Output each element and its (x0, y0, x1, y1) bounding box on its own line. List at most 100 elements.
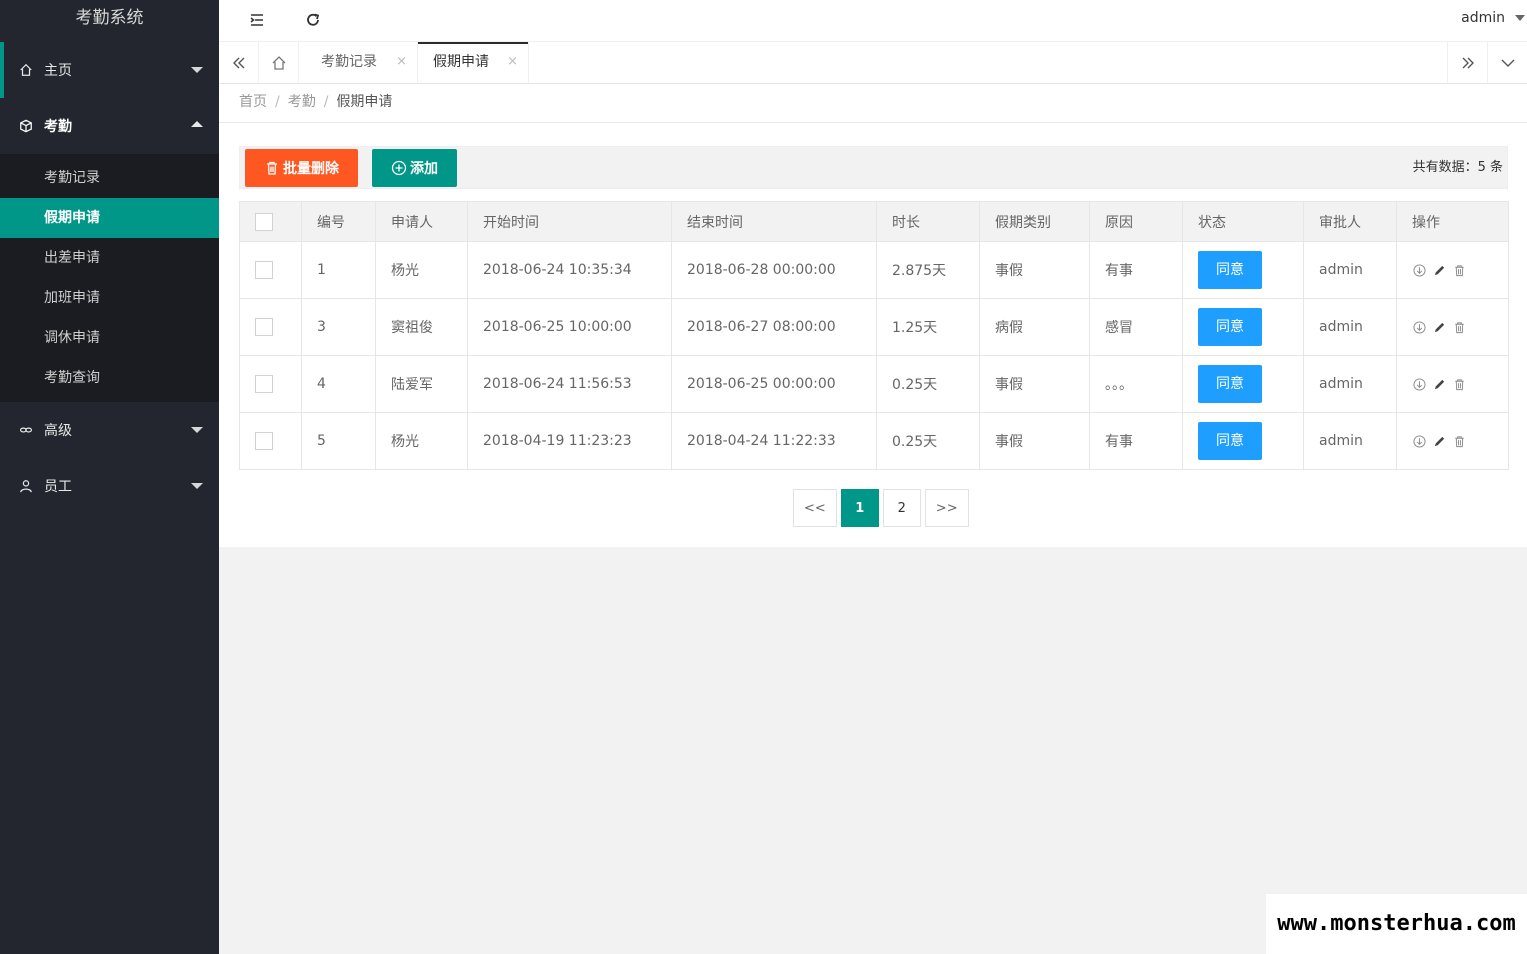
cell-reason: 有事 (1089, 241, 1183, 299)
tabs-scroll-left-icon[interactable] (219, 42, 259, 83)
cell-duration: 0.25天 (876, 355, 980, 413)
user-icon (18, 478, 34, 494)
row-checkbox[interactable] (255, 432, 273, 450)
close-icon[interactable]: × (396, 42, 407, 82)
page-1-button[interactable]: 1 (840, 489, 879, 527)
tabs-scroll-right-icon[interactable] (1447, 42, 1487, 83)
tab-label: 假期申请 (433, 54, 489, 70)
download-icon[interactable] (1412, 320, 1426, 334)
tab-leave-request[interactable]: 假期申请 × (418, 42, 529, 83)
caret-down-icon (191, 483, 203, 489)
column-header: 编号 (301, 201, 376, 242)
row-checkbox[interactable] (255, 375, 273, 393)
approve-button[interactable]: 同意 (1198, 422, 1262, 460)
trash-icon (267, 161, 277, 175)
sidebar: 考勤系统 主页 考勤 考勤记录 假期申请 出差申请 加班申请 调休申请 考勤查询… (0, 0, 219, 954)
cell-reason: 。。。 (1089, 355, 1183, 413)
page-next-button[interactable]: >> (924, 489, 969, 527)
download-icon[interactable] (1412, 263, 1426, 277)
column-header: 审批人 (1303, 201, 1397, 242)
delete-icon[interactable] (1452, 320, 1466, 334)
watermark: www.monsterhua.com (1266, 894, 1527, 954)
sidebar-item-advanced[interactable]: 高级 (0, 402, 219, 458)
sidebar-item-staff[interactable]: 员工 (0, 458, 219, 514)
cell-status: 同意 (1182, 355, 1304, 413)
main-content: 批量删除 添加 共有数据：5 条 编号 申请人 开始时间 结束时间 时长 假期类… (219, 123, 1527, 547)
page-prev-button[interactable]: << (793, 489, 837, 527)
total-count: 共有数据：5 条 (1412, 160, 1503, 175)
approve-button[interactable]: 同意 (1198, 251, 1262, 289)
add-button[interactable]: 添加 (372, 149, 457, 187)
table-row: 1 杨光 2018-06-24 10:35:34 2018-06-28 00:0… (239, 241, 1509, 299)
cell-duration: 2.875天 (876, 241, 980, 299)
cell-end: 2018-06-27 08:00:00 (671, 298, 877, 356)
approve-button[interactable]: 同意 (1198, 365, 1262, 403)
cell-start: 2018-04-19 11:23:23 (467, 412, 672, 470)
edit-icon[interactable] (1432, 263, 1446, 277)
tabs-bar: 考勤记录 × 假期申请 × (219, 42, 1527, 84)
menu-toggle-icon[interactable] (245, 8, 269, 32)
submenu-item-time-off[interactable]: 调休申请 (0, 318, 219, 358)
leave-request-table: 编号 申请人 开始时间 结束时间 时长 假期类别 原因 状态 审批人 操作 1 … (239, 201, 1509, 470)
sidebar-item-attendance[interactable]: 考勤 (0, 98, 219, 154)
table-header-row: 编号 申请人 开始时间 结束时间 时长 假期类别 原因 状态 审批人 操作 (239, 201, 1509, 242)
submenu-item-attendance-records[interactable]: 考勤记录 (0, 158, 219, 198)
tab-attendance-records[interactable]: 考勤记录 × (306, 42, 418, 83)
column-header: 原因 (1089, 201, 1183, 242)
cell-reason: 有事 (1089, 412, 1183, 470)
page-2-button[interactable]: 2 (882, 489, 921, 527)
row-select-cell (239, 412, 302, 470)
cell-status: 同意 (1182, 241, 1304, 299)
cell-duration: 0.25天 (876, 412, 980, 470)
tab-home-icon[interactable] (259, 42, 299, 83)
pagination: << 1 2 >> (793, 489, 969, 527)
sidebar-item-label: 员工 (44, 479, 72, 495)
top-header: admin (219, 0, 1527, 42)
submenu-item-overtime[interactable]: 加班申请 (0, 278, 219, 318)
cell-status: 同意 (1182, 412, 1304, 470)
cell-reason: 感冒 (1089, 298, 1183, 356)
edit-icon[interactable] (1432, 320, 1446, 334)
tabs-dropdown-icon[interactable] (1487, 42, 1527, 83)
caret-down-icon (191, 67, 203, 73)
cell-approver: admin (1303, 298, 1397, 356)
approve-button[interactable]: 同意 (1198, 308, 1262, 346)
select-all-checkbox[interactable] (255, 212, 273, 231)
submenu-item-business-trip[interactable]: 出差申请 (0, 238, 219, 278)
download-icon[interactable] (1412, 377, 1426, 391)
cell-type: 病假 (979, 298, 1090, 356)
breadcrumb-home[interactable]: 首页 (239, 94, 267, 110)
cell-end: 2018-06-25 00:00:00 (671, 355, 877, 413)
cell-type: 事假 (979, 241, 1090, 299)
download-icon[interactable] (1412, 434, 1426, 448)
submenu-item-attendance-query[interactable]: 考勤查询 (0, 358, 219, 398)
delete-icon[interactable] (1452, 263, 1466, 277)
delete-icon[interactable] (1452, 377, 1466, 391)
batch-delete-button[interactable]: 批量删除 (245, 149, 358, 187)
table-row: 3 窦祖俊 2018-06-25 10:00:00 2018-06-27 08:… (239, 298, 1509, 356)
edit-icon[interactable] (1432, 377, 1446, 391)
cell-approver: admin (1303, 241, 1397, 299)
submenu-item-leave-request[interactable]: 假期申请 (0, 198, 219, 238)
breadcrumb-separator: / (275, 94, 280, 110)
cell-start: 2018-06-25 10:00:00 (467, 298, 672, 356)
close-icon[interactable]: × (507, 42, 518, 82)
caret-down-icon (1515, 15, 1525, 21)
app-title: 考勤系统 (0, 0, 219, 42)
cell-applicant: 陆爱军 (375, 355, 468, 413)
user-menu[interactable]: admin (1461, 0, 1527, 36)
edit-icon[interactable] (1432, 434, 1446, 448)
cell-duration: 1.25天 (876, 298, 980, 356)
delete-icon[interactable] (1452, 434, 1466, 448)
cell-approver: admin (1303, 412, 1397, 470)
refresh-icon[interactable] (301, 8, 325, 32)
sidebar-item-label: 主页 (44, 63, 72, 79)
row-select-cell (239, 355, 302, 413)
cell-applicant: 杨光 (375, 241, 468, 299)
breadcrumb-attendance[interactable]: 考勤 (288, 94, 316, 110)
column-header: 假期类别 (979, 201, 1090, 242)
row-checkbox[interactable] (255, 318, 273, 336)
row-checkbox[interactable] (255, 261, 273, 279)
sidebar-item-home[interactable]: 主页 (0, 42, 219, 98)
link-icon (18, 422, 34, 438)
